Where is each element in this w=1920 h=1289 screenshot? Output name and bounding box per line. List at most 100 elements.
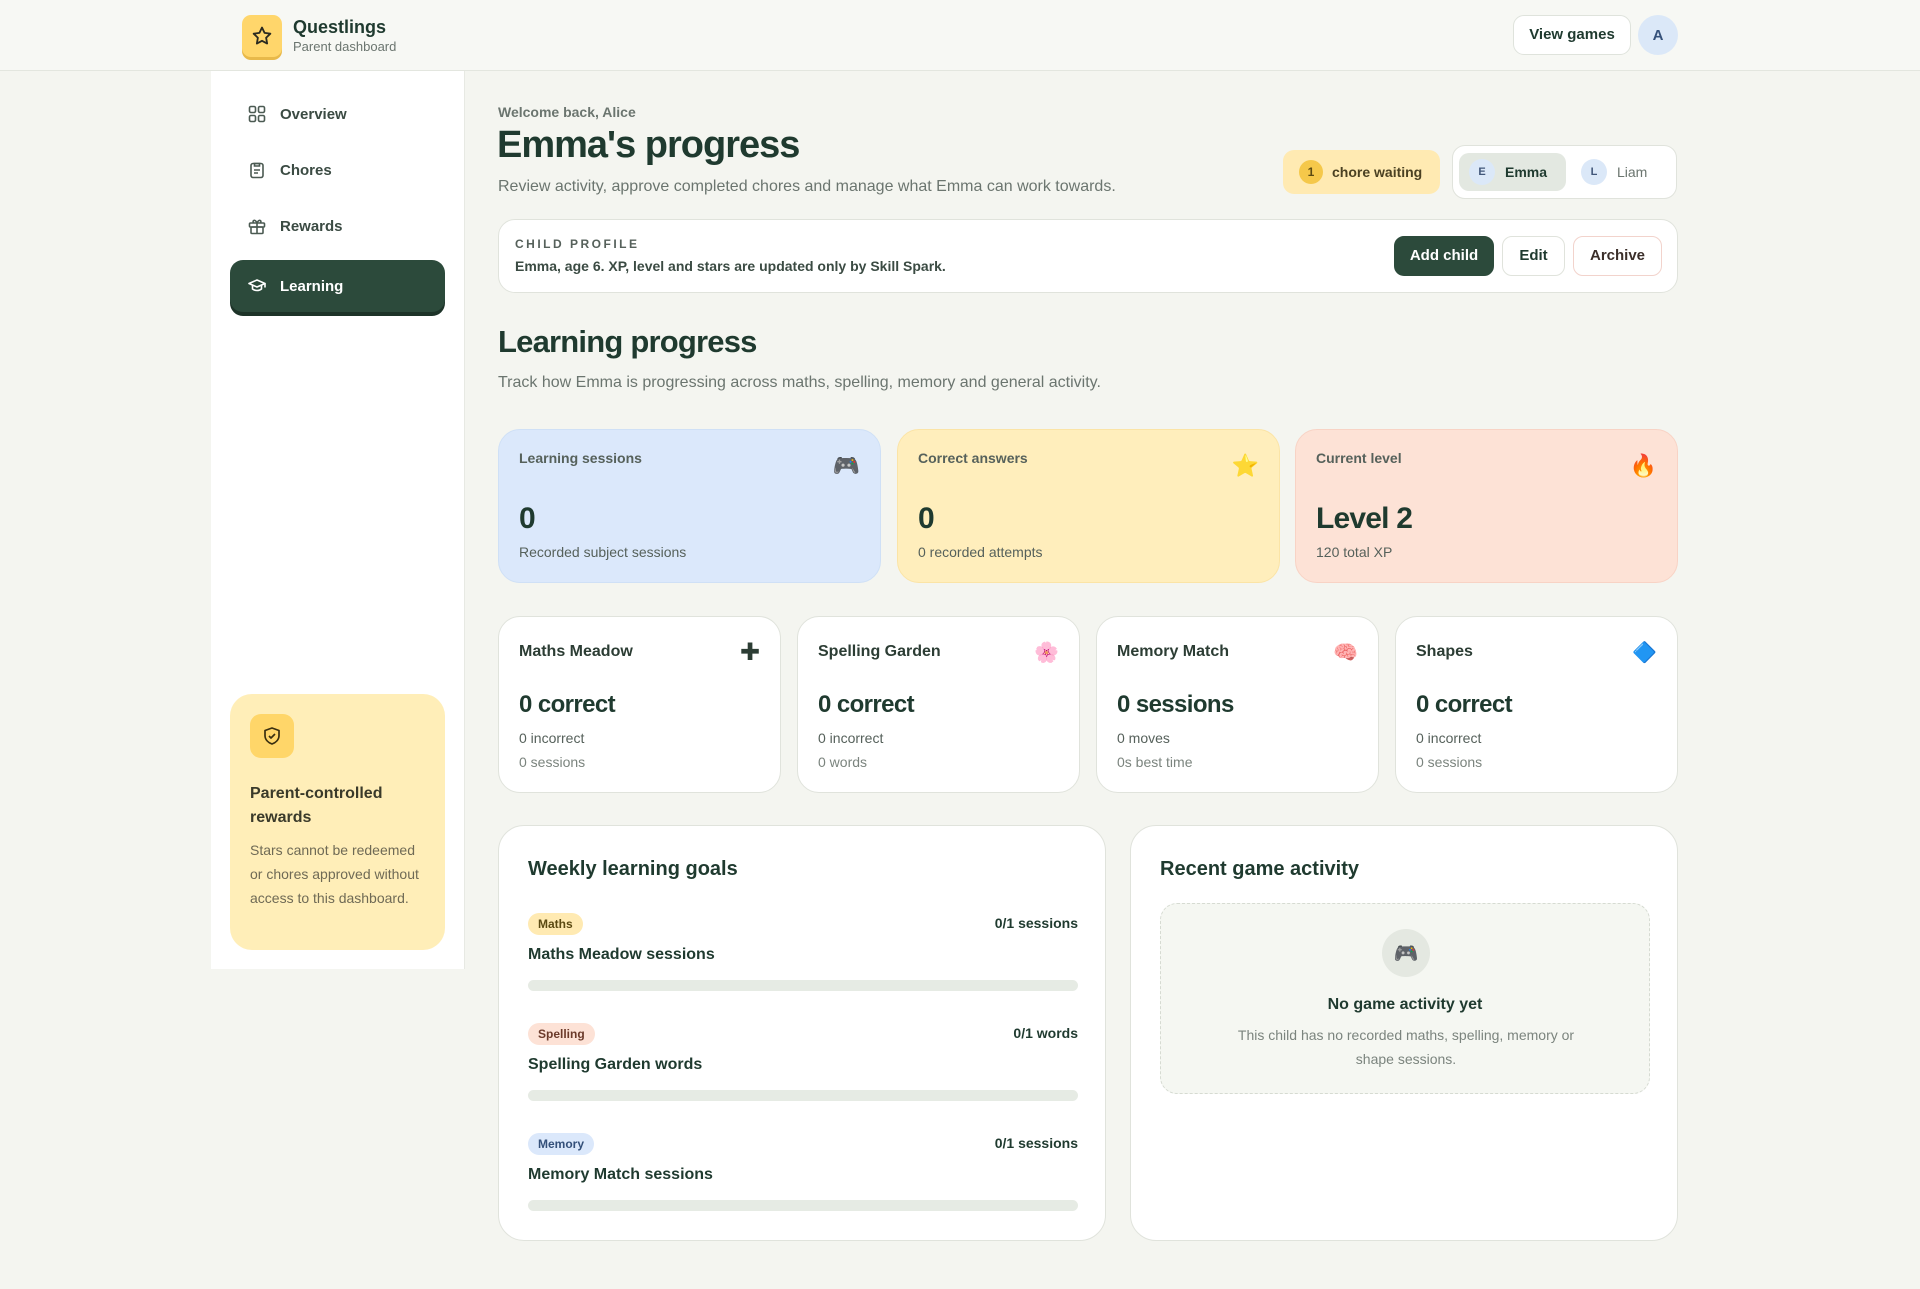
edit-child-button[interactable]: Edit [1502,236,1565,276]
chore-waiting-badge[interactable]: 1 chore waiting [1283,150,1440,194]
subject-detail: 0 words [818,754,868,770]
stat-label: Learning sessions [519,450,642,466]
stat-card-correct-answers: Correct answers ⭐ 0 0 recorded attempts [897,429,1280,583]
subject-detail: 0 moves [1117,730,1170,746]
panel-title: Recent game activity [1160,858,1359,880]
goal-item-maths: Maths 0/1 sessions Maths Meadow sessions [528,913,1078,1003]
subject-detail: 0 incorrect [1416,730,1482,746]
shield-check-icon [250,714,294,758]
sidebar-item-chores[interactable]: Chores [230,144,445,196]
stat-note: 120 total XP [1316,544,1393,560]
goal-tag: Maths [528,913,583,935]
child-name: Liam [1617,164,1648,180]
subject-name: Spelling Garden [818,643,941,660]
sidebar-item-overview[interactable]: Overview [230,88,445,140]
goal-name: Memory Match sessions [528,1166,713,1183]
child-profile-bar: CHILD PROFILE Emma, age 6. XP, level and… [498,219,1678,293]
avatar[interactable]: A [1638,15,1678,55]
welcome-text: Welcome back, Alice [498,104,636,120]
goal-progress-bar [528,1200,1078,1211]
child-tab-emma[interactable]: E Emma [1459,153,1566,191]
sidebar-item-label: Chores [280,161,332,179]
section-title: Learning progress [498,324,757,359]
goal-tag: Spelling [528,1023,595,1045]
flower-icon: 🌸 [1034,642,1059,664]
sidebar: Overview Chores Rewards Learning Parent-… [211,71,465,969]
brand[interactable]: Questlings Parent dashboard [242,15,396,57]
info-card-title: Parent-controlled rewards [250,785,383,826]
child-avatar: E [1469,159,1495,185]
star-icon: ⭐ [1231,453,1259,478]
empty-state: 🎮 No game activity yet This child has no… [1160,903,1650,1094]
parent-controlled-info-card: Parent-controlled rewards Stars cannot b… [230,694,445,950]
stat-value: 0 [918,502,935,535]
panel-title: Weekly learning goals [528,858,738,880]
recent-activity-panel: Recent game activity 🎮 No game activity … [1130,825,1678,1241]
subject-detail: 0 sessions [1416,754,1483,770]
section-subtitle: Track how Emma is progressing across mat… [498,374,1101,391]
subject-detail: 0s best time [1117,754,1193,770]
subject-detail: 0 incorrect [519,730,585,746]
game-controller-icon: 🎮 [832,453,860,478]
child-tab-liam[interactable]: L Liam [1571,153,1671,191]
child-switcher: E Emma L Liam [1452,145,1677,199]
child-avatar: L [1581,159,1607,185]
sidebar-item-rewards[interactable]: Rewards [230,200,445,252]
grid-icon [248,105,266,123]
star-logo-icon [242,15,282,57]
sidebar-item-label: Learning [280,277,344,295]
stat-value: Level 2 [1316,502,1413,535]
goal-tag: Memory [528,1133,595,1155]
goal-progress-bar [528,980,1078,991]
subject-card-shapes[interactable]: Shapes 🔷 0 correct 0 incorrect 0 session… [1395,616,1678,793]
child-name: Emma [1505,164,1548,180]
stat-card-learning-sessions: Learning sessions 🎮 0 Recorded subject s… [498,429,881,583]
info-card-body: Stars cannot be redeemed or chores appro… [250,842,419,906]
top-bar: Questlings Parent dashboard View games A [0,0,1920,71]
sidebar-item-learning[interactable]: Learning [230,260,445,312]
subject-name: Maths Meadow [519,643,633,660]
subject-card-spelling-garden[interactable]: Spelling Garden 🌸 0 correct 0 incorrect … [797,616,1080,793]
brand-name: Questlings [293,17,387,37]
goal-count: 0/1 sessions [994,1135,1078,1151]
chore-waiting-text: chore waiting [1332,164,1423,180]
stat-note: 0 recorded attempts [918,544,1043,560]
fire-icon: 🔥 [1629,453,1657,478]
graduation-cap-icon [248,277,266,295]
diamond-icon: 🔷 [1632,642,1657,664]
weekly-goals-panel: Weekly learning goals Maths 0/1 sessions… [498,825,1106,1241]
subject-card-memory-match[interactable]: Memory Match 🧠 0 sessions 0 moves 0s bes… [1096,616,1379,793]
sidebar-item-label: Rewards [280,217,343,235]
goal-item-memory: Memory 0/1 sessions Memory Match session… [528,1133,1078,1223]
subject-detail: 0 sessions [519,754,586,770]
stat-card-current-level: Current level 🔥 Level 2 120 total XP [1295,429,1678,583]
goal-count: 0/1 sessions [994,915,1078,931]
add-child-button[interactable]: Add child [1394,236,1494,276]
empty-state-title: No game activity yet [1327,996,1483,1013]
brand-subtitle: Parent dashboard [293,39,397,54]
subject-main-stat: 0 sessions [1117,691,1234,718]
plus-icon: ✚ [739,639,760,666]
page-title: Emma's progress [497,124,800,166]
subject-name: Shapes [1416,643,1473,660]
child-profile-description: Emma, age 6. XP, level and stars are upd… [515,258,946,274]
goal-progress-bar [528,1090,1078,1101]
sidebar-item-label: Overview [280,105,347,123]
goal-item-spelling: Spelling 0/1 words Spelling Garden words [528,1023,1078,1113]
subject-card-maths-meadow[interactable]: Maths Meadow ✚ 0 correct 0 incorrect 0 s… [498,616,781,793]
stat-note: Recorded subject sessions [519,544,687,560]
archive-child-button[interactable]: Archive [1573,236,1662,276]
child-profile-label: CHILD PROFILE [515,237,640,251]
game-controller-icon: 🎮 [1382,929,1430,977]
subject-main-stat: 0 correct [818,691,915,718]
subject-detail: 0 incorrect [818,730,884,746]
subject-name: Memory Match [1117,643,1230,660]
chore-count: 1 [1299,160,1323,184]
stat-label: Current level [1316,450,1402,466]
stat-value: 0 [519,502,536,535]
goal-name: Maths Meadow sessions [528,946,715,963]
view-games-button[interactable]: View games [1513,15,1631,55]
gift-icon [248,217,266,235]
goal-name: Spelling Garden words [528,1056,703,1073]
empty-state-description: This child has no recorded maths, spelli… [1237,1027,1575,1067]
